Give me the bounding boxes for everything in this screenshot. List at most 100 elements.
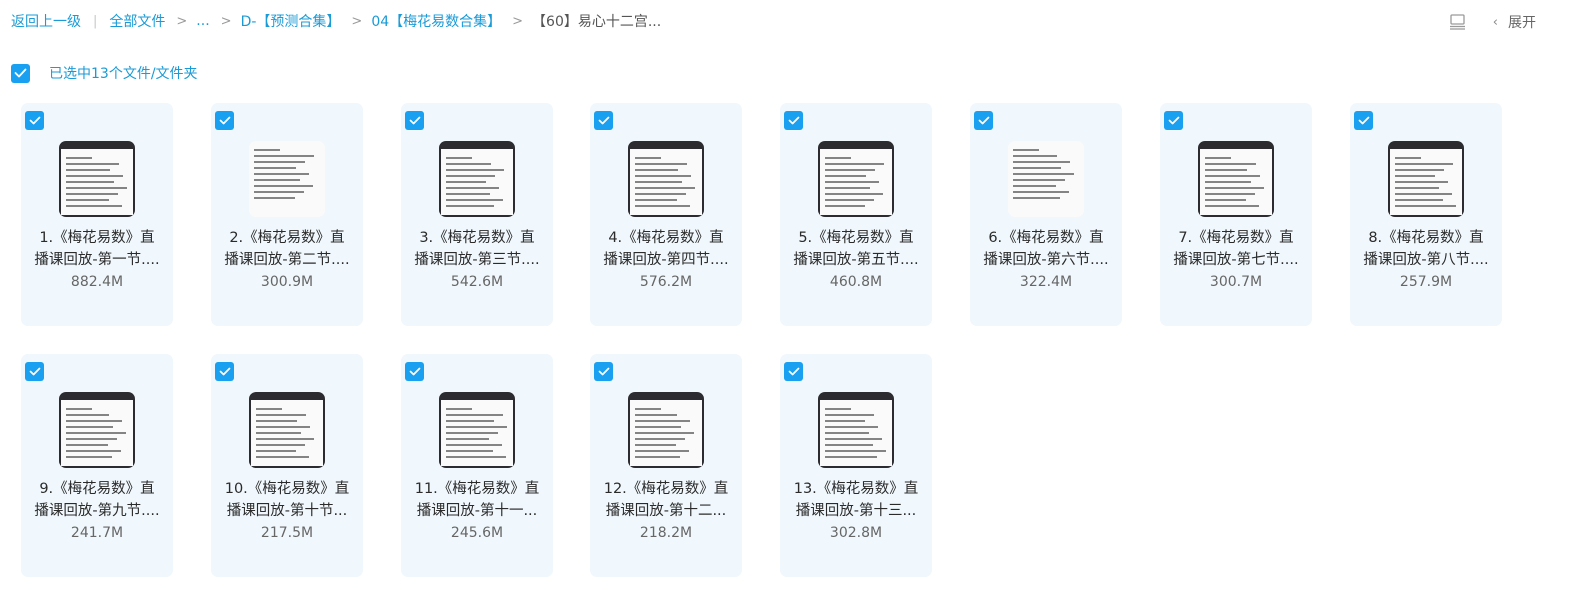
video-thumbnail xyxy=(59,392,135,468)
file-card[interactable]: 13.《梅花易数》直 播课回放-第十三... 302.8M xyxy=(780,354,932,577)
file-checkbox[interactable] xyxy=(25,111,44,130)
expand-button[interactable]: 展开 xyxy=(1508,12,1536,32)
file-name[interactable]: 1.《梅花易数》直 播课回放-第一节.... xyxy=(25,227,169,271)
thumbnail-text-line xyxy=(446,432,498,434)
file-checkbox[interactable] xyxy=(1354,111,1373,130)
thumbnail-text-line xyxy=(635,205,690,207)
thumbnail-text-line xyxy=(254,149,280,151)
thumbnail-text-line xyxy=(635,199,677,201)
thumbnail-text-line xyxy=(446,175,495,177)
video-thumbnail xyxy=(439,392,515,468)
file-name[interactable]: 3.《梅花易数》直 播课回放-第三节.... xyxy=(405,227,549,271)
file-name[interactable]: 8.《梅花易数》直 播课回放-第八节.... xyxy=(1354,227,1498,271)
file-size: 300.9M xyxy=(260,274,314,290)
thumbnail-text-line xyxy=(1013,185,1056,187)
file-name-line2: 播课回放-第十二... xyxy=(605,503,727,519)
file-checkbox[interactable] xyxy=(405,362,424,381)
thumbnail-text-line xyxy=(635,187,695,189)
file-size: 302.8M xyxy=(829,525,883,541)
thumbnail-text-line xyxy=(254,155,314,157)
thumbnail-text-line xyxy=(254,173,309,175)
file-card[interactable]: 6.《梅花易数》直 播课回放-第六节.... 322.4M xyxy=(970,103,1122,326)
thumbnail-text-line xyxy=(66,438,117,440)
thumbnail-text-line xyxy=(256,444,305,446)
file-name[interactable]: 6.《梅花易数》直 播课回放-第六节.... xyxy=(974,227,1118,271)
file-name[interactable]: 12.《梅花易数》直 播课回放-第十二... xyxy=(594,478,738,522)
file-checkbox[interactable] xyxy=(784,362,803,381)
file-checkbox[interactable] xyxy=(215,111,234,130)
file-name-line2: 播课回放-第六节.... xyxy=(983,252,1109,268)
file-card[interactable]: 12.《梅花易数》直 播课回放-第十二... 218.2M xyxy=(590,354,742,577)
thumbnail-text-line xyxy=(825,414,874,416)
breadcrumb-folder-meihua[interactable]: 04【梅花易数合集】 xyxy=(371,11,501,31)
file-name[interactable]: 13.《梅花易数》直 播课回放-第十三... xyxy=(784,478,928,522)
file-name[interactable]: 2.《梅花易数》直 播课回放-第二节.... xyxy=(215,227,359,271)
thumbnail-text-line xyxy=(256,432,301,434)
video-thumbnail xyxy=(818,141,894,217)
breadcrumb-divider: | xyxy=(93,13,98,29)
select-all-checkbox[interactable] xyxy=(11,63,30,83)
thumbnail-text-line xyxy=(1395,199,1443,201)
file-checkbox[interactable] xyxy=(784,111,803,130)
file-name[interactable]: 4.《梅花易数》直 播课回放-第四节.... xyxy=(594,227,738,271)
thumbnail-text-line xyxy=(1395,187,1439,189)
breadcrumb-separator: > xyxy=(351,13,363,29)
file-name-line1: 10.《梅花易数》直 xyxy=(224,481,350,497)
thumbnail-text-line xyxy=(446,426,507,428)
thumbnail-text-line xyxy=(635,414,677,416)
file-checkbox[interactable] xyxy=(215,362,234,381)
file-size: 257.9M xyxy=(1399,274,1453,290)
thumbnail-text-line xyxy=(446,157,472,159)
file-size: 218.2M xyxy=(639,525,693,541)
file-checkbox[interactable] xyxy=(405,111,424,130)
breadcrumb-separator: > xyxy=(220,13,232,29)
file-name-line2: 播课回放-第五节.... xyxy=(793,252,919,268)
file-card[interactable]: 4.《梅花易数》直 播课回放-第四节.... 576.2M xyxy=(590,103,742,326)
file-checkbox[interactable] xyxy=(25,362,44,381)
file-checkbox[interactable] xyxy=(1164,111,1183,130)
thumbnail-text-line xyxy=(635,420,690,422)
file-card[interactable]: 2.《梅花易数》直 播课回放-第二节.... 300.9M xyxy=(211,103,363,326)
file-card[interactable]: 8.《梅花易数》直 播课回放-第八节.... 257.9M xyxy=(1350,103,1502,326)
breadcrumb-folder-prediction[interactable]: D-【预测合集】 xyxy=(241,11,341,31)
file-name[interactable]: 11.《梅花易数》直 播课回放-第十一... xyxy=(405,478,549,522)
thumbnail-text-line xyxy=(66,450,121,452)
file-name-line1: 7.《梅花易数》直 xyxy=(1178,230,1294,246)
file-checkbox[interactable] xyxy=(974,111,993,130)
list-view-icon[interactable] xyxy=(1449,14,1466,30)
thumbnail-text-line xyxy=(825,456,877,458)
breadcrumb-ellipsis[interactable]: ... xyxy=(196,13,209,29)
file-size: 322.4M xyxy=(1019,274,1073,290)
video-thumbnail xyxy=(439,141,515,217)
file-card[interactable]: 9.《梅花易数》直 播课回放-第九节.... 241.7M xyxy=(21,354,173,577)
chevron-left-icon[interactable]: ‹ xyxy=(1493,15,1498,30)
file-name-line2: 播课回放-第十三... xyxy=(795,503,917,519)
file-card[interactable]: 1.《梅花易数》直 播课回放-第一节.... 882.4M xyxy=(21,103,173,326)
file-card[interactable]: 3.《梅花易数》直 播课回放-第三节.... 542.6M xyxy=(401,103,553,326)
video-thumbnail xyxy=(249,392,325,468)
file-name-line2: 播课回放-第一节.... xyxy=(34,252,160,268)
thumbnail-text-line xyxy=(66,414,109,416)
video-thumbnail xyxy=(1198,141,1274,217)
file-card[interactable]: 10.《梅花易数》直 播课回放-第十节... 217.5M xyxy=(211,354,363,577)
thumbnail-text-line xyxy=(1205,175,1260,177)
file-checkbox[interactable] xyxy=(594,362,613,381)
file-name[interactable]: 10.《梅花易数》直 播课回放-第十节... xyxy=(215,478,359,522)
thumbnail-text-line xyxy=(825,199,874,201)
file-card[interactable]: 7.《梅花易数》直 播课回放-第七节.... 300.7M xyxy=(1160,103,1312,326)
file-name[interactable]: 7.《梅花易数》直 播课回放-第七节.... xyxy=(1164,227,1308,271)
thumbnail-text-line xyxy=(1013,149,1039,151)
thumbnail-text-line xyxy=(1395,169,1444,171)
file-checkbox[interactable] xyxy=(594,111,613,130)
thumbnail-text-line xyxy=(446,199,503,201)
file-card[interactable]: 5.《梅花易数》直 播课回放-第五节.... 460.8M xyxy=(780,103,932,326)
thumbnail-text-line xyxy=(1395,193,1452,195)
back-link[interactable]: 返回上一级 xyxy=(11,11,81,31)
thumbnail-text-line xyxy=(1205,163,1256,165)
file-name[interactable]: 5.《梅花易数》直 播课回放-第五节.... xyxy=(784,227,928,271)
thumbnail-text-line xyxy=(66,169,110,171)
breadcrumb-all-files[interactable]: 全部文件 xyxy=(109,11,165,31)
file-name[interactable]: 9.《梅花易数》直 播课回放-第九节.... xyxy=(25,478,169,522)
file-size: 576.2M xyxy=(639,274,693,290)
file-card[interactable]: 11.《梅花易数》直 播课回放-第十一... 245.6M xyxy=(401,354,553,577)
